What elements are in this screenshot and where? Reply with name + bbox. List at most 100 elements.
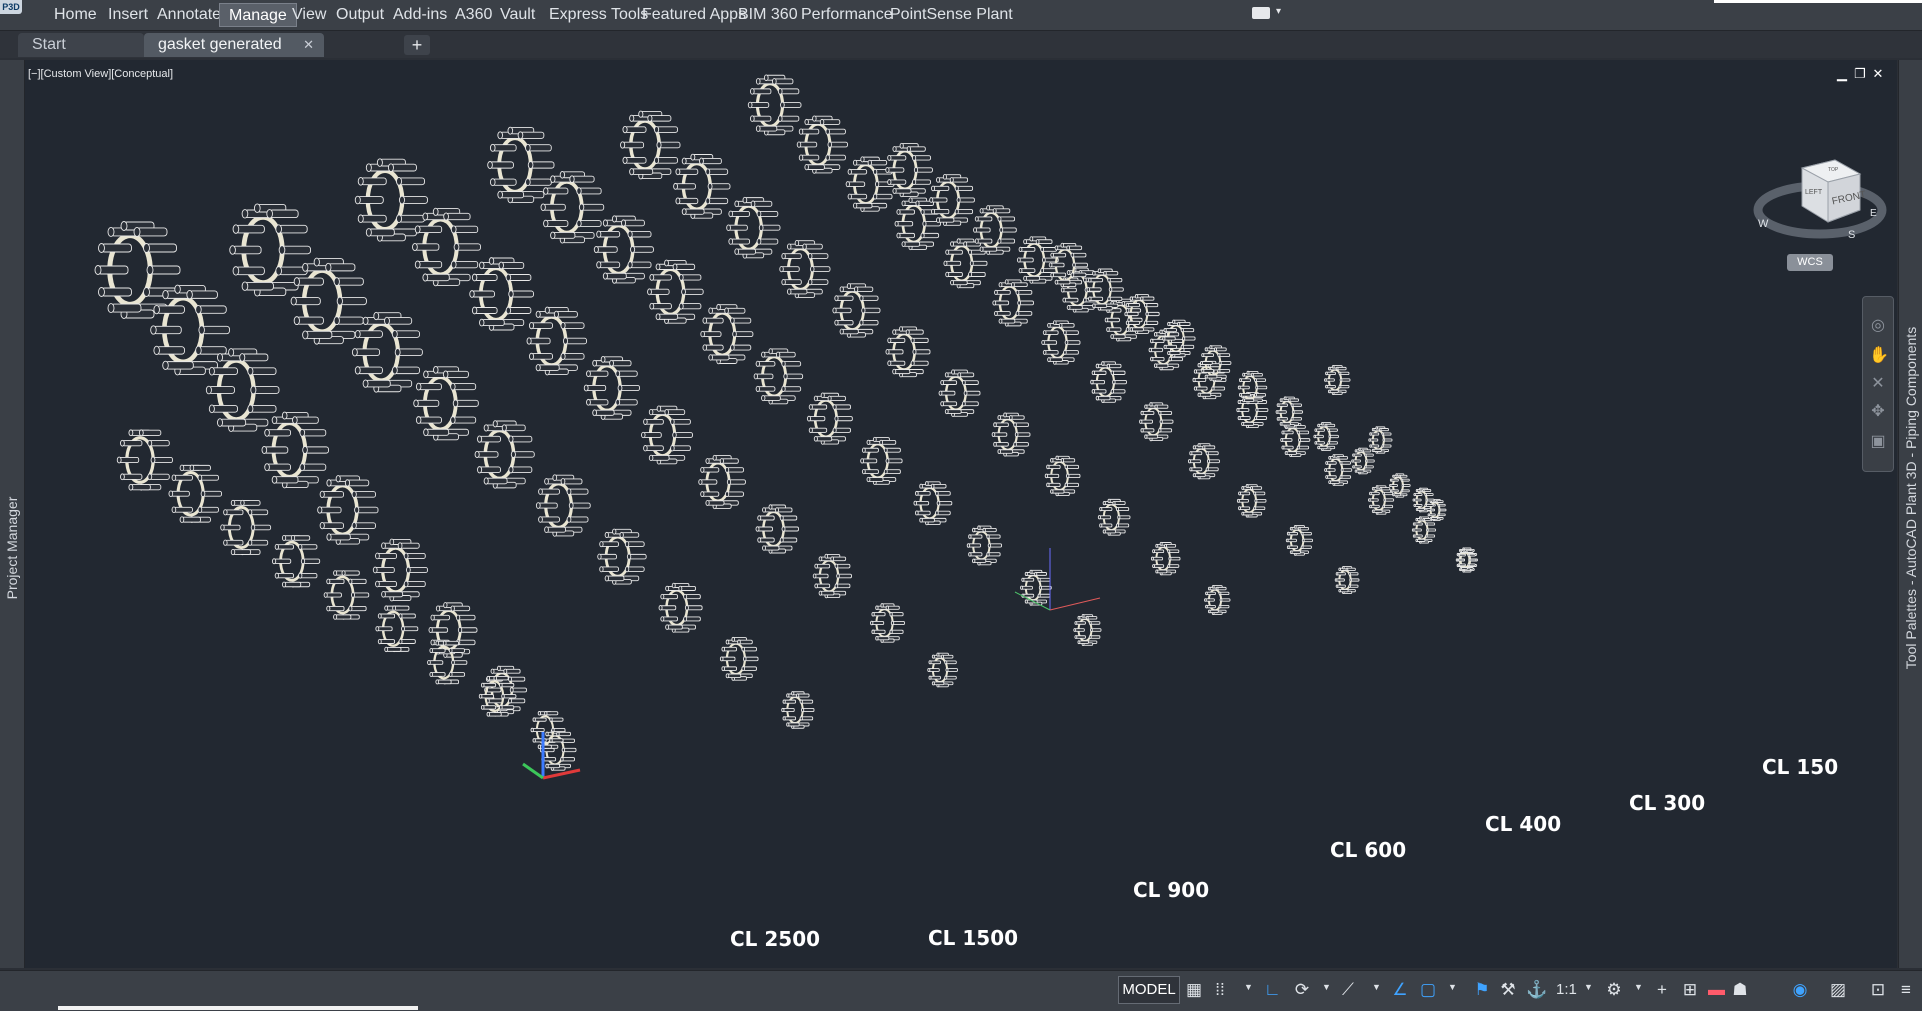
model-space-button[interactable]: MODEL <box>1118 976 1180 1004</box>
drawing-viewport[interactable]: [−][Custom View][Conceptual] ▁ ❐ ✕ CL 25… <box>25 60 1897 968</box>
bolt <box>376 626 393 632</box>
chevron-down-icon[interactable]: ▾ <box>1276 6 1281 17</box>
pan-hand-icon[interactable]: ✋ <box>1869 347 1889 365</box>
bolt-nut <box>670 418 675 425</box>
chevron-down-icon[interactable]: ▼ <box>1584 982 1593 992</box>
bolt <box>1218 353 1231 358</box>
tool-palettes-palette[interactable]: Tool Palettes - AutoCAD Plant 3D - Pipin… <box>1898 60 1922 968</box>
compass-west: W <box>1758 218 1769 230</box>
annotation-scale-value[interactable]: 1:1 <box>1556 979 1577 1001</box>
new-tab-button[interactable]: + <box>404 35 430 55</box>
bolt <box>224 539 244 546</box>
bolt-nut <box>1275 410 1279 414</box>
grid-icon[interactable]: ▦ <box>1186 979 1202 1001</box>
bolt-nut <box>818 556 823 562</box>
bolt <box>600 566 619 572</box>
polar-tracking-icon[interactable]: ⟳ <box>1294 979 1310 1001</box>
bolt <box>642 432 662 438</box>
bolt <box>1297 445 1310 450</box>
bolt-nut <box>544 711 548 716</box>
ortho-icon[interactable]: ∟ <box>1264 979 1281 1001</box>
bolt-nut <box>798 128 804 135</box>
isolate-objects-icon[interactable]: ⊞ <box>1682 979 1698 1001</box>
bolt-nut <box>1110 389 1115 394</box>
minimize-icon[interactable]: ▁ <box>1835 66 1849 82</box>
bolt-nut <box>1290 403 1294 407</box>
object-snap-icon[interactable]: ▢ <box>1420 979 1436 1001</box>
bolt <box>680 274 702 281</box>
bolt-nut <box>741 666 745 672</box>
annotation-visibility-icon[interactable]: ⚑ <box>1474 979 1490 1001</box>
snap-grid-icon[interactable]: ⁞⁞ <box>1212 979 1228 1001</box>
close-icon[interactable]: ✕ <box>1871 66 1885 82</box>
tab-home[interactable]: Home <box>45 3 106 27</box>
chevron-down-icon[interactable]: ▼ <box>1244 982 1253 992</box>
isodraft-icon[interactable]: ⟋ <box>1340 979 1356 1001</box>
project-manager-palette[interactable]: Project Manager <box>0 60 25 968</box>
units-circle-icon[interactable]: ◉ <box>1792 979 1808 1001</box>
steering-wheel-icon[interactable]: ◎ <box>1869 317 1887 335</box>
bolt <box>552 727 566 733</box>
restore-icon[interactable]: ❐ <box>1853 66 1867 82</box>
bolt-nut <box>230 548 236 556</box>
chevron-down-icon[interactable]: ▼ <box>1634 982 1643 992</box>
bolt-nut <box>569 175 575 183</box>
workspace-gear-icon[interactable]: ⚙ <box>1606 979 1622 1001</box>
tab-vault[interactable]: Vault <box>491 3 544 27</box>
annotation-scale-icon[interactable]: ⚓ <box>1526 979 1547 1001</box>
tab-pointsense-plant[interactable]: PointSense Plant <box>881 3 1022 27</box>
bolt <box>863 447 879 453</box>
app-logo[interactable]: P3D <box>0 0 22 14</box>
bolt <box>1063 297 1079 303</box>
bolt <box>1205 374 1218 379</box>
tab-start[interactable]: Start <box>18 33 144 57</box>
fullscreen-icon[interactable]: ⊡ <box>1870 979 1886 1001</box>
bolt-nut <box>508 698 512 704</box>
chevron-down-icon[interactable]: ▼ <box>1372 982 1381 992</box>
viewcube[interactable]: TOP FRONT LEFT W S E <box>1750 130 1890 250</box>
flange-bolt-set <box>927 652 958 688</box>
bolt-nut <box>1004 279 1009 285</box>
bolt <box>976 238 993 244</box>
bolt <box>971 260 988 266</box>
showmotion-icon[interactable]: ▣ <box>1869 433 1887 451</box>
viewport-controls-label[interactable]: [−][Custom View][Conceptual] <box>28 68 173 80</box>
chevron-down-icon[interactable]: ▼ <box>1448 982 1457 992</box>
bolt-nut <box>827 141 832 148</box>
bolt-nut <box>629 114 635 122</box>
bolt <box>836 416 853 422</box>
clean-screen-icon[interactable]: ☗ <box>1732 979 1748 1001</box>
hardware-acceleration-icon[interactable]: ▬ <box>1708 979 1725 1001</box>
bolt-nut <box>1459 566 1462 570</box>
close-icon[interactable]: ✕ <box>303 33 314 57</box>
bolt <box>500 705 515 710</box>
bolt-nut <box>354 329 361 339</box>
tab-annotate[interactable]: Annotate <box>148 3 230 27</box>
bolt <box>531 353 553 360</box>
orbit-icon[interactable]: ✥ <box>1869 403 1887 421</box>
tab-gasket-generated-blocks[interactable]: gasket generated blocks* ✕ <box>144 33 324 77</box>
bolt <box>1140 419 1153 424</box>
bolt-nut <box>943 260 948 267</box>
bolt-nut <box>505 273 512 282</box>
plus-icon[interactable]: + <box>1654 979 1670 1001</box>
bolt-nut <box>860 458 865 464</box>
quick-properties-icon[interactable]: ▨ <box>1830 979 1846 1001</box>
workspace-toggle-icon[interactable] <box>1252 7 1270 19</box>
bolt <box>893 369 911 375</box>
chevron-down-icon[interactable]: ▼ <box>1322 982 1331 992</box>
bolt-nut <box>1041 340 1045 345</box>
bolt-nut <box>186 290 193 300</box>
customize-menu-icon[interactable]: ≡ <box>1898 979 1914 1001</box>
bolt <box>1254 506 1266 511</box>
auto-scale-icon[interactable]: ⚒ <box>1500 979 1516 1001</box>
object-snap-tracking-icon[interactable]: ∠ <box>1392 979 1408 1001</box>
bolt <box>1111 370 1126 375</box>
bolt <box>1075 621 1086 625</box>
zoom-extents-icon[interactable]: ✕ <box>1869 375 1887 393</box>
bolt <box>617 399 638 406</box>
model-scene[interactable] <box>25 60 1897 968</box>
bolt-nut <box>406 566 411 574</box>
bolt-nut <box>162 360 169 370</box>
wcs-menu-button[interactable]: WCS <box>1787 254 1833 271</box>
